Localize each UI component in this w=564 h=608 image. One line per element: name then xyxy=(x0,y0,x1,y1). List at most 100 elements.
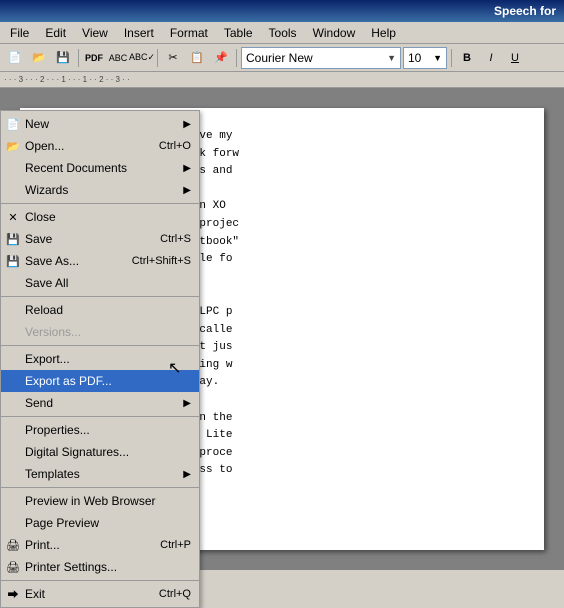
menu-item-print[interactable]: 🖨 Print... Ctrl+P xyxy=(1,534,199,556)
toolbar: 📄 📂 💾 PDF ABC ABC✓ ✂ 📋 📌 Courier New ▼ 1… xyxy=(0,44,564,72)
sep3 xyxy=(1,345,199,346)
abc-btn[interactable]: ABC xyxy=(107,47,129,69)
menu-item-open-label: Open... xyxy=(25,139,64,153)
close-file-icon: ✕ xyxy=(5,209,21,225)
menu-item-recent-label: Recent Documents xyxy=(25,161,127,175)
menu-insert[interactable]: Insert xyxy=(116,24,162,42)
open-btn[interactable]: 📂 xyxy=(28,47,50,69)
menu-file[interactable]: File xyxy=(2,24,37,42)
menu-item-versions: Versions... xyxy=(1,321,199,343)
send-submenu-arrow: ▶ xyxy=(183,398,191,409)
open-icon: 📂 xyxy=(5,138,21,154)
menu-item-printer-settings[interactable]: 🖨 Printer Settings... xyxy=(1,556,199,578)
underline-btn[interactable]: U xyxy=(504,47,526,69)
menu-item-send-label: Send xyxy=(25,396,53,410)
menu-item-saveas-label: Save As... xyxy=(25,254,79,268)
menu-item-close[interactable]: ✕ Close xyxy=(1,206,199,228)
main-area: When I gave my would look forw Sugar Lab… xyxy=(0,88,564,570)
copy-btn[interactable]: 📋 xyxy=(186,47,208,69)
italic-btn[interactable]: I xyxy=(480,47,502,69)
menu-item-digital-sig[interactable]: Digital Signatures... xyxy=(1,441,199,463)
wizards-submenu-arrow: ▶ xyxy=(183,185,191,196)
sep6 xyxy=(1,580,199,581)
menu-item-saveall-label: Save All xyxy=(25,276,68,290)
cut-btn[interactable]: ✂ xyxy=(162,47,184,69)
menu-format[interactable]: Format xyxy=(162,24,216,42)
print-icon: 🖨 xyxy=(5,537,21,553)
menu-item-properties[interactable]: Properties... xyxy=(1,419,199,441)
menu-item-export[interactable]: Export... xyxy=(1,348,199,370)
menu-help[interactable]: Help xyxy=(363,24,404,42)
menu-item-export-pdf-label: Export as PDF... xyxy=(25,374,112,388)
sep5 xyxy=(1,487,199,488)
menu-item-exit[interactable]: ⮕ Exit Ctrl+Q xyxy=(1,583,199,605)
paste-btn[interactable]: 📌 xyxy=(210,47,232,69)
menu-item-preview-browser[interactable]: Preview in Web Browser xyxy=(1,490,199,512)
menu-item-reload[interactable]: Reload xyxy=(1,299,199,321)
menu-item-wizards[interactable]: Wizards ▶ xyxy=(1,179,199,201)
menu-bar: File Edit View Insert Format Table Tools… xyxy=(0,22,564,44)
menu-item-digital-sig-label: Digital Signatures... xyxy=(25,445,129,459)
pdf-btn[interactable]: PDF xyxy=(83,47,105,69)
title-text: Speech for xyxy=(494,4,556,18)
sep3 xyxy=(236,49,237,67)
print-shortcut: Ctrl+P xyxy=(140,539,191,551)
menu-item-export-pdf[interactable]: Export as PDF... xyxy=(1,370,199,392)
sep1 xyxy=(78,49,79,67)
sep2 xyxy=(1,296,199,297)
menu-item-close-label: Close xyxy=(25,210,56,224)
recent-submenu-arrow: ▶ xyxy=(183,163,191,174)
saveas-shortcut: Ctrl+Shift+S xyxy=(112,255,191,267)
menu-item-properties-label: Properties... xyxy=(25,423,90,437)
font-arrow-icon: ▼ xyxy=(387,53,396,63)
menu-item-reload-label: Reload xyxy=(25,303,63,317)
save-icon: 💾 xyxy=(5,231,21,247)
new-icon: 📄 xyxy=(5,116,21,132)
sep2 xyxy=(157,49,158,67)
menu-item-saveall[interactable]: Save All xyxy=(1,272,199,294)
menu-view[interactable]: View xyxy=(74,24,116,42)
menu-table[interactable]: Table xyxy=(216,24,261,42)
sep4 xyxy=(1,416,199,417)
menu-item-save[interactable]: 💾 Save Ctrl+S xyxy=(1,228,199,250)
menu-item-open[interactable]: 📂 Open... Ctrl+O xyxy=(1,135,199,157)
sep1 xyxy=(1,203,199,204)
menu-item-new[interactable]: 📄 New ▶ xyxy=(1,113,199,135)
menu-item-templates-label: Templates xyxy=(25,467,80,481)
open-shortcut: Ctrl+O xyxy=(139,140,191,152)
menu-item-wizards-label: Wizards xyxy=(25,183,68,197)
new-submenu-arrow: ▶ xyxy=(183,119,191,130)
menu-item-printer-settings-label: Printer Settings... xyxy=(25,560,117,574)
menu-edit[interactable]: Edit xyxy=(37,24,74,42)
ruler: · · · 3 · · · 2 · · · 1 · · · 1 · · 2 · … xyxy=(0,72,564,88)
file-menu-dropdown: 📄 New ▶ 📂 Open... Ctrl+O Recent Document… xyxy=(0,110,200,608)
menu-tools[interactable]: Tools xyxy=(261,24,305,42)
printer-settings-icon: 🖨 xyxy=(5,559,21,575)
spellcheck-btn[interactable]: ABC✓ xyxy=(131,47,153,69)
font-selector[interactable]: Courier New ▼ xyxy=(241,47,401,69)
menu-item-exit-label: Exit xyxy=(25,587,45,601)
bold-btn[interactable]: B xyxy=(456,47,478,69)
title-bar: Speech for xyxy=(0,0,564,22)
saveas-icon: 💾 xyxy=(5,253,21,269)
ruler-text: · · · 3 · · · 2 · · · 1 · · · 1 · · 2 · … xyxy=(4,75,130,84)
menu-item-new-label: New xyxy=(25,117,49,131)
font-name: Courier New xyxy=(246,51,313,65)
size-selector[interactable]: 10 ▼ xyxy=(403,47,447,69)
menu-item-saveas[interactable]: 💾 Save As... Ctrl+Shift+S xyxy=(1,250,199,272)
file-menu-panel: 📄 New ▶ 📂 Open... Ctrl+O Recent Document… xyxy=(0,110,200,608)
font-size: 10 xyxy=(408,51,421,65)
menu-window[interactable]: Window xyxy=(305,24,364,42)
save-btn[interactable]: 💾 xyxy=(52,47,74,69)
new-btn[interactable]: 📄 xyxy=(4,47,26,69)
menu-item-send[interactable]: Send ▶ xyxy=(1,392,199,414)
save-shortcut: Ctrl+S xyxy=(140,233,191,245)
size-arrow-icon: ▼ xyxy=(433,53,442,63)
menu-item-page-preview[interactable]: Page Preview xyxy=(1,512,199,534)
menu-item-recent[interactable]: Recent Documents ▶ xyxy=(1,157,199,179)
menu-item-export-label: Export... xyxy=(25,352,70,366)
templates-submenu-arrow: ▶ xyxy=(183,469,191,480)
menu-item-save-label: Save xyxy=(25,232,52,246)
menu-item-templates[interactable]: Templates ▶ xyxy=(1,463,199,485)
menu-item-page-preview-label: Page Preview xyxy=(25,516,99,530)
